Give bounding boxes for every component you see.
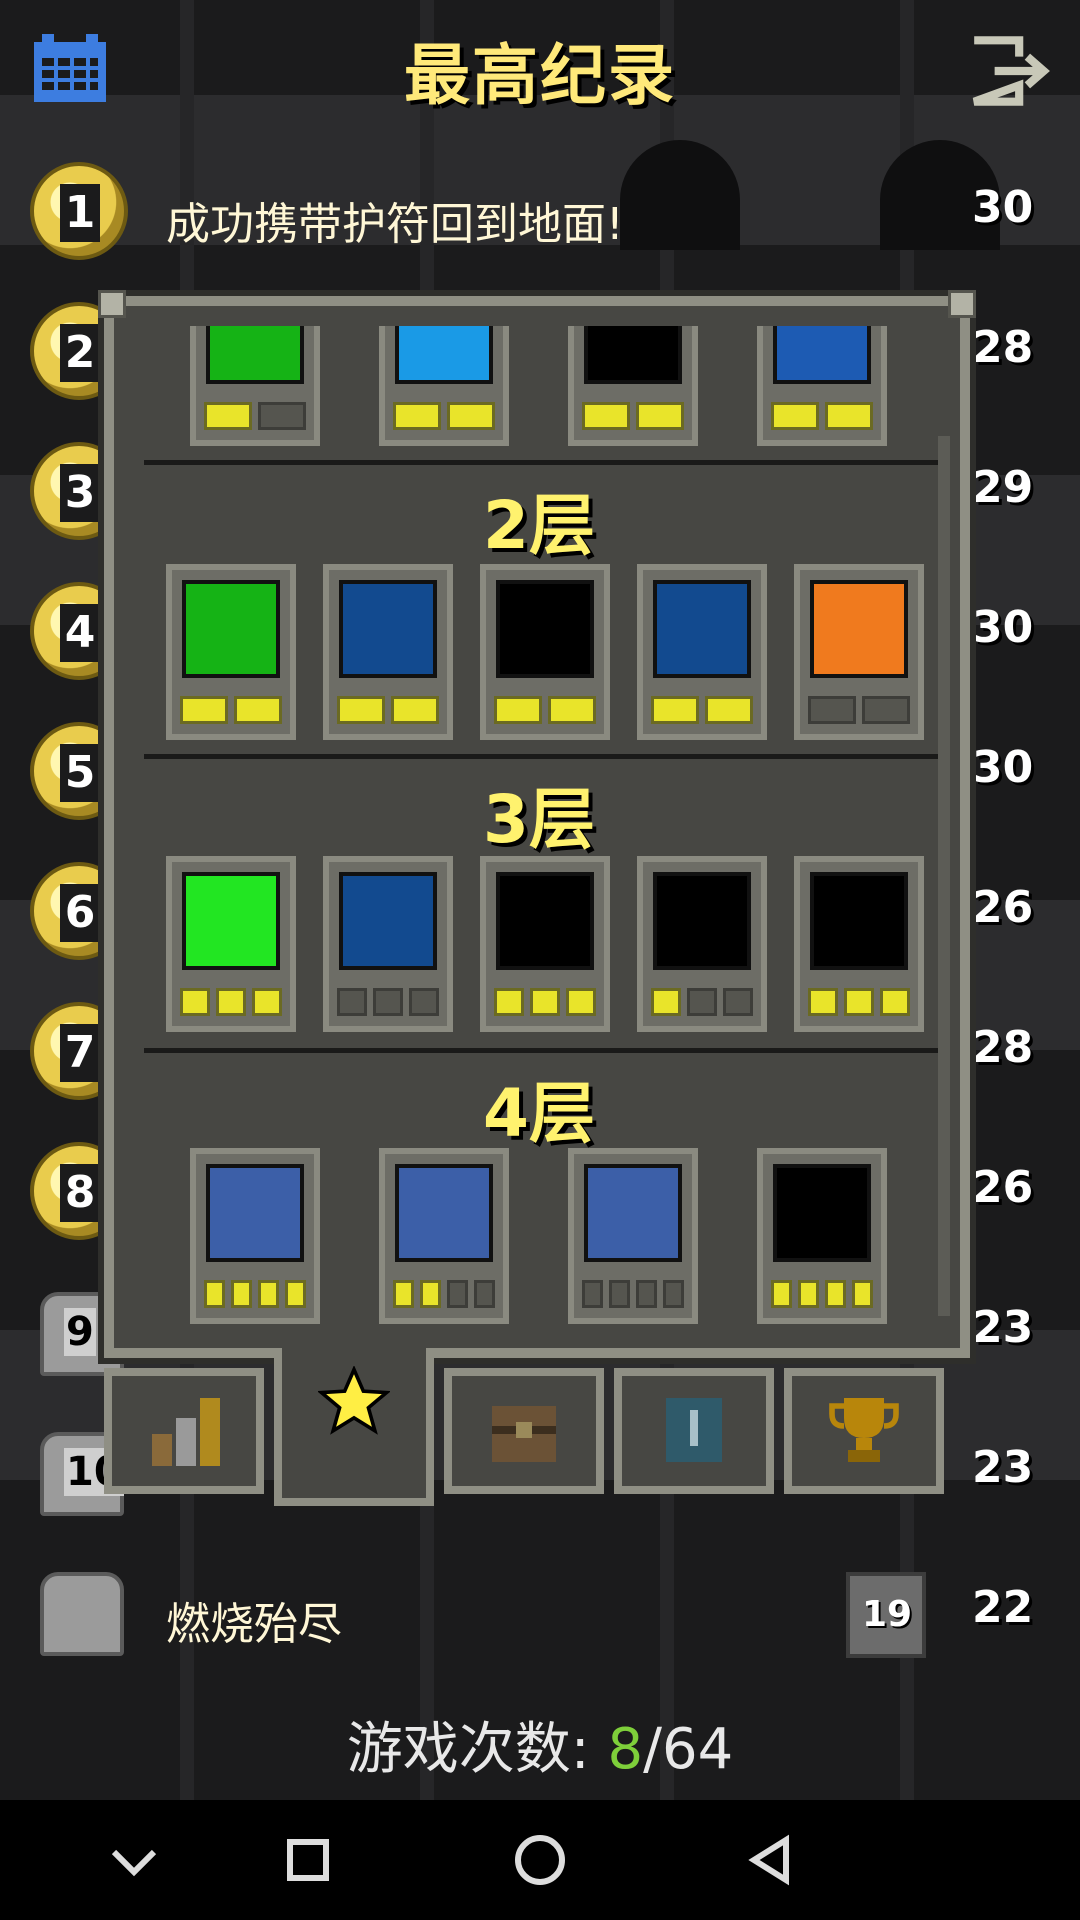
badge-slot[interactable]	[568, 326, 698, 446]
badge-icon	[206, 1164, 304, 1262]
badge-slot[interactable]	[637, 856, 767, 1032]
badge-icon	[182, 580, 280, 678]
tab-trophies[interactable]	[784, 1368, 944, 1494]
badge-icon	[496, 872, 594, 970]
page-title: 最高纪录	[404, 37, 676, 114]
ranking-row[interactable]: 19 22	[0, 1552, 1080, 1672]
tab-items[interactable]	[444, 1368, 604, 1494]
badges-scroll-area[interactable]: 2层 3层 4层	[122, 326, 956, 1332]
star-icon	[318, 1366, 390, 1435]
trophy-icon	[829, 1398, 899, 1462]
badge-slot[interactable]	[757, 326, 887, 446]
badge-slot[interactable]	[323, 564, 453, 740]
recents-button-icon[interactable]	[276, 1828, 340, 1892]
level-value: 28	[972, 322, 1034, 373]
bar-chart-icon	[152, 1398, 220, 1466]
tab-badges[interactable]	[274, 1348, 434, 1506]
badge-icon	[182, 872, 280, 970]
badge-slot[interactable]	[637, 564, 767, 740]
gold-medal-icon: 1	[30, 162, 128, 260]
level-value: 23	[972, 1302, 1034, 1353]
level-value: 28	[972, 1022, 1034, 1073]
level-value: 30	[972, 742, 1034, 793]
chevron-down-icon[interactable]	[102, 1828, 166, 1892]
badge-icon	[395, 326, 493, 384]
tab-bar	[104, 1348, 970, 1506]
badge-slot[interactable]	[794, 856, 924, 1032]
ranking-description: 燃烧殆尽	[166, 1599, 342, 1650]
level-value: 29	[972, 462, 1034, 513]
badge-slot[interactable]	[568, 1148, 698, 1324]
level-value: 26	[972, 882, 1034, 933]
chest-icon	[492, 1406, 556, 1462]
badge-slot[interactable]	[323, 856, 453, 1032]
header: 最高纪录	[0, 0, 1080, 120]
ranking-row[interactable]: 1 成功携带护符回到地面! 30	[0, 152, 1080, 272]
badge-slot[interactable]	[166, 564, 296, 740]
badge-icon	[206, 326, 304, 384]
badge-slot[interactable]	[379, 1148, 509, 1324]
badge-icon	[810, 580, 908, 678]
ranking-description: 成功携带护符回到地面!	[166, 199, 624, 250]
system-nav-bar	[0, 1800, 1080, 1920]
badge-icon	[653, 580, 751, 678]
scrollbar[interactable]	[938, 436, 950, 1316]
journal-icon	[666, 1398, 722, 1462]
games-current: 8	[607, 1717, 644, 1782]
games-played: 游戏次数: 8/64	[0, 1704, 1080, 1785]
badge-icon	[496, 580, 594, 678]
home-button-icon[interactable]	[508, 1828, 572, 1892]
tier-title: 3层	[483, 781, 595, 858]
level-value: 30	[972, 602, 1034, 653]
badge-icon	[773, 1164, 871, 1262]
back-button-icon[interactable]	[738, 1828, 802, 1892]
badge-icon	[810, 872, 908, 970]
games-total: /64	[643, 1717, 734, 1782]
level-value: 26	[972, 1162, 1034, 1213]
badge-icon	[584, 326, 682, 384]
badges-window: 2层 3层 4层	[98, 290, 976, 1358]
level-value: 22	[972, 1582, 1034, 1633]
badge-icon	[653, 872, 751, 970]
exit-icon[interactable]	[966, 36, 1056, 106]
badge-slot[interactable]	[379, 326, 509, 446]
depth-icon: 19	[846, 1572, 926, 1658]
badge-slot[interactable]	[480, 564, 610, 740]
badge-icon	[339, 580, 437, 678]
tier-title: 2层	[483, 487, 595, 564]
games-label: 游戏次数:	[346, 1717, 590, 1782]
tab-stats[interactable]	[104, 1368, 264, 1494]
badge-icon	[773, 326, 871, 384]
badge-icon	[339, 872, 437, 970]
badge-icon	[395, 1164, 493, 1262]
badge-slot[interactable]	[757, 1148, 887, 1324]
tab-journal[interactable]	[614, 1368, 774, 1494]
tier-title: 4层	[483, 1075, 595, 1152]
badge-slot[interactable]	[480, 856, 610, 1032]
tombstone-icon	[40, 1572, 124, 1656]
badge-slot[interactable]	[190, 1148, 320, 1324]
badge-slot[interactable]	[166, 856, 296, 1032]
level-value: 23	[972, 1442, 1034, 1493]
level-value: 30	[972, 182, 1034, 233]
badge-slot[interactable]	[794, 564, 924, 740]
badge-slot[interactable]	[190, 326, 320, 446]
badge-icon	[584, 1164, 682, 1262]
